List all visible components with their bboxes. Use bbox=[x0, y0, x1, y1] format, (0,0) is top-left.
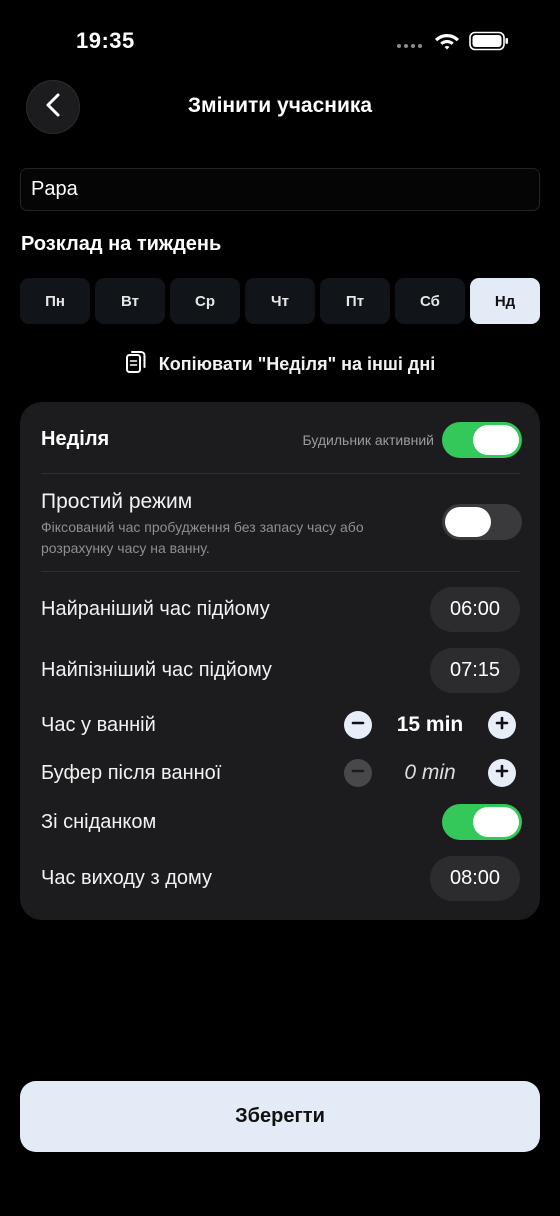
simple-mode-toggle[interactable] bbox=[442, 504, 522, 540]
earliest-wake-label: Найраніший час підйому bbox=[41, 598, 270, 620]
page-title: Змінити учасника bbox=[187, 94, 373, 117]
copy-day-button[interactable]: Копіювати "Неділя" на інші дні bbox=[0, 349, 560, 380]
day-card-title: Неділя bbox=[41, 428, 110, 450]
day-tab-sun[interactable]: Нд bbox=[470, 278, 540, 324]
toggle-knob bbox=[473, 425, 519, 455]
battery-icon bbox=[469, 31, 509, 56]
day-tab-tue[interactable]: Вт bbox=[95, 278, 165, 324]
weekday-selector: Пн Вт Ср Чт Пт Сб Нд bbox=[20, 278, 540, 324]
cellular-signal-icon bbox=[397, 44, 422, 48]
bathroom-time-value: 15 min bbox=[396, 713, 464, 736]
day-tab-mon[interactable]: Пн bbox=[20, 278, 90, 324]
copy-icon bbox=[125, 349, 147, 380]
status-time: 19:35 bbox=[76, 28, 135, 53]
copy-day-label: Копіювати "Неділя" на інші дні bbox=[158, 354, 436, 374]
day-tab-thu[interactable]: Чт bbox=[245, 278, 315, 324]
earliest-wake-time-picker[interactable]: 06:00 bbox=[430, 587, 520, 632]
buffer-increment-button[interactable] bbox=[488, 759, 516, 787]
buffer-decrement-button[interactable] bbox=[344, 759, 372, 787]
bathroom-time-increment-button[interactable] bbox=[488, 711, 516, 739]
minus-icon bbox=[351, 764, 365, 783]
day-tab-fri[interactable]: Пт bbox=[320, 278, 390, 324]
day-tab-sat[interactable]: Сб bbox=[395, 278, 465, 324]
divider bbox=[41, 473, 520, 474]
with-breakfast-toggle[interactable] bbox=[442, 804, 522, 840]
member-name-input[interactable] bbox=[20, 168, 540, 211]
alarm-active-toggle[interactable] bbox=[442, 422, 522, 458]
schedule-title: Розклад на тиждень bbox=[21, 233, 222, 255]
leave-home-label: Час виходу з дому bbox=[41, 867, 212, 889]
bathroom-time-decrement-button[interactable] bbox=[344, 711, 372, 739]
buffer-value: 0 min bbox=[404, 761, 456, 784]
buffer-after-bathroom-label: Буфер після ванної bbox=[41, 762, 222, 784]
plus-icon bbox=[495, 764, 509, 783]
latest-wake-time-picker[interactable]: 07:15 bbox=[430, 648, 520, 693]
latest-wake-label: Найпізніший час підйому bbox=[41, 659, 272, 681]
bathroom-time-label: Час у ванній bbox=[41, 714, 156, 736]
save-button[interactable]: Зберегти bbox=[20, 1081, 540, 1152]
simple-mode-title: Простий режим bbox=[41, 490, 193, 513]
minus-icon bbox=[351, 716, 365, 735]
simple-mode-description: Фіксований час пробудження без запасу ча… bbox=[41, 519, 364, 556]
leave-home-time-picker[interactable]: 08:00 bbox=[430, 856, 520, 901]
alarm-active-label: Будильник активний bbox=[302, 432, 434, 448]
day-tab-wed[interactable]: Ср bbox=[170, 278, 240, 324]
wifi-icon bbox=[434, 30, 460, 55]
toggle-knob bbox=[445, 507, 491, 537]
divider bbox=[41, 571, 520, 572]
with-breakfast-label: Зі сніданком bbox=[41, 811, 157, 833]
plus-icon bbox=[495, 716, 509, 735]
toggle-knob bbox=[473, 807, 519, 837]
